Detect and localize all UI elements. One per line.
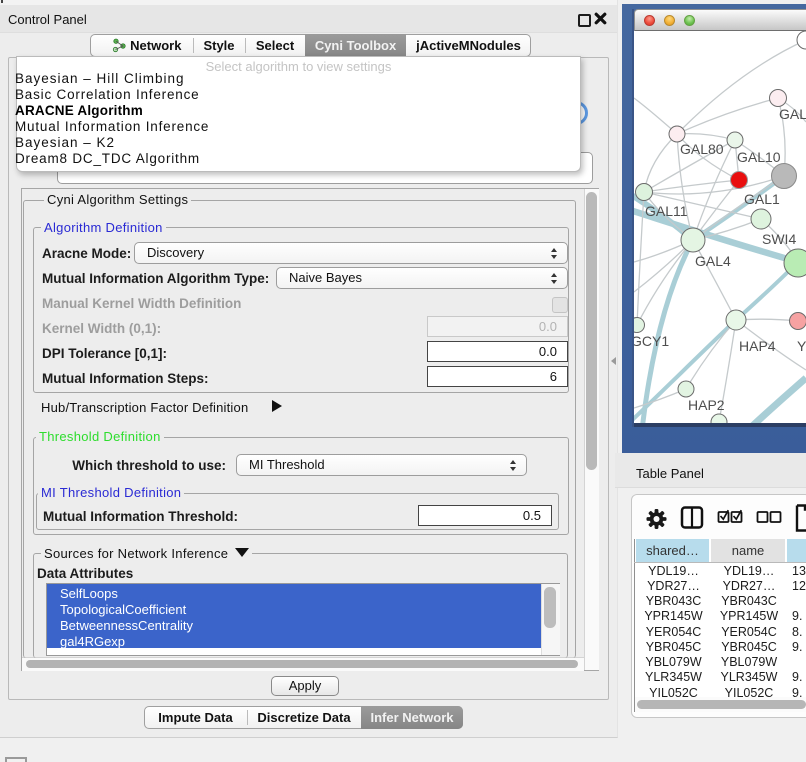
svg-text:HAP2: HAP2 [688, 397, 725, 413]
svg-text:HAP4: HAP4 [739, 338, 776, 354]
svg-text:GAL11: GAL11 [645, 203, 688, 219]
svg-text:SWI4: SWI4 [762, 231, 796, 247]
svg-text:GCY1: GCY1 [634, 333, 669, 349]
svg-text:GAL10: GAL10 [737, 149, 781, 165]
svg-text:Y: Y [797, 338, 806, 354]
svg-text:GAL80: GAL80 [680, 141, 724, 157]
svg-text:GAL: GAL [779, 106, 806, 122]
svg-text:GAL1: GAL1 [744, 191, 780, 207]
svg-text:GAL4: GAL4 [695, 253, 731, 269]
